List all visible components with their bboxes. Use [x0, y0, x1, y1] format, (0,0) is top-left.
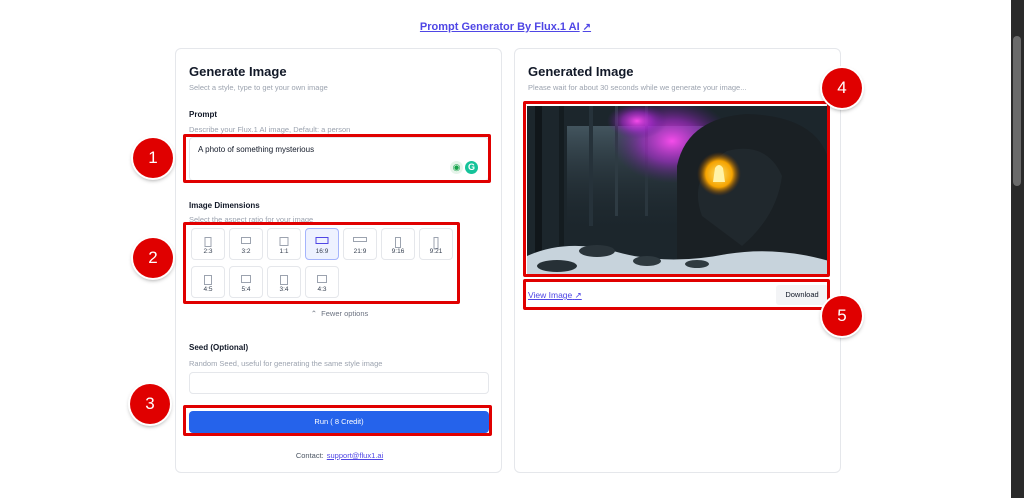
external-link-icon: ↗ [582, 22, 592, 33]
fewer-options-label[interactable]: Fewer options [321, 309, 368, 318]
prompt-generator-link-label[interactable]: Prompt Generator By Flux.1 AI [420, 21, 580, 33]
highlight-image [523, 101, 830, 277]
step-badge-4: 4 [822, 68, 862, 108]
highlight-actions [523, 279, 830, 310]
prompt-hint: Describe your Flux.1 AI image, Default: … [189, 125, 351, 134]
generate-image-title: Generate Image [189, 64, 287, 79]
highlight-dimensions [183, 222, 460, 304]
step-badge-3: 3 [130, 384, 170, 424]
generated-image-subtitle: Please wait for about 30 seconds while w… [528, 83, 747, 92]
generate-image-subtitle: Select a style, type to get your own ima… [189, 83, 328, 92]
generated-image-title: Generated Image [528, 64, 634, 79]
step-badge-5: 5 [822, 296, 862, 336]
fewer-options-toggle[interactable]: ⌃ Fewer options [176, 309, 503, 318]
image-dimensions-label: Image Dimensions [189, 201, 260, 210]
prompt-label: Prompt [189, 110, 217, 119]
scrollbar-thumb[interactable] [1013, 36, 1021, 186]
seed-label: Seed (Optional) [189, 343, 249, 352]
highlight-run [183, 405, 492, 436]
chevron-up-icon: ⌃ [310, 309, 317, 318]
support-email-link[interactable]: support@flux1.ai [327, 451, 383, 460]
seed-hint: Random Seed, useful for generating the s… [189, 359, 383, 368]
prompt-generator-link[interactable]: Prompt Generator By Flux.1 AI ↗ [0, 21, 1011, 33]
page-scrollbar[interactable] [1011, 0, 1024, 498]
highlight-prompt [183, 134, 491, 183]
step-badge-1: 1 [133, 138, 173, 178]
step-badge-2: 2 [133, 238, 173, 278]
contact-label: Contact: [295, 451, 324, 460]
contact-line: Contact: support@flux1.ai [176, 451, 503, 460]
seed-input[interactable] [189, 372, 489, 394]
